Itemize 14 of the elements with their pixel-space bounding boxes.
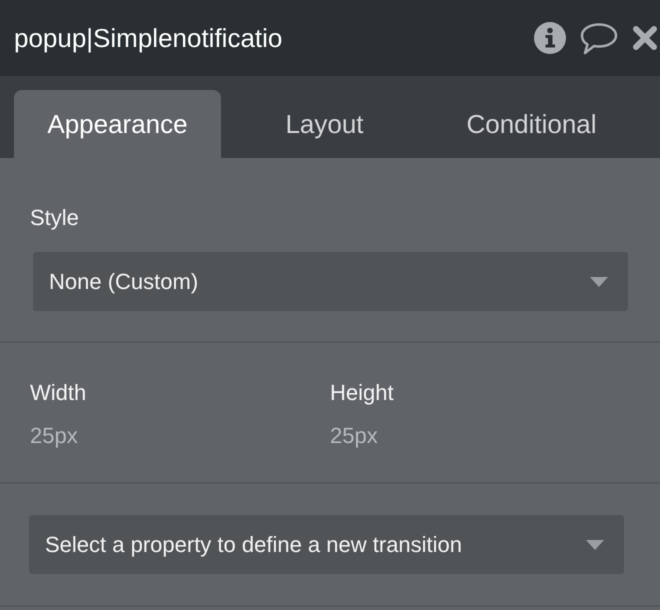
info-icon[interactable] — [534, 22, 566, 54]
tab[interactable]: Layout — [221, 90, 428, 158]
style-label: Style — [30, 205, 80, 231]
comment-icon[interactable] — [580, 22, 618, 54]
transition-dropdown[interactable]: Select a property to define a new transition — [29, 515, 624, 574]
caret-icon — [590, 276, 608, 286]
panel-title: popup|Simplenotificatio — [14, 22, 284, 54]
dimension-label: Height — [330, 380, 395, 406]
close-icon[interactable] — [632, 25, 658, 51]
tab[interactable]: Appearance — [14, 90, 221, 158]
style-dropdown[interactable]: None (Custom) — [33, 252, 628, 311]
caret-icon — [586, 540, 604, 550]
tab[interactable]: Conditional — [428, 90, 635, 158]
dimension-label: Width — [30, 380, 88, 406]
